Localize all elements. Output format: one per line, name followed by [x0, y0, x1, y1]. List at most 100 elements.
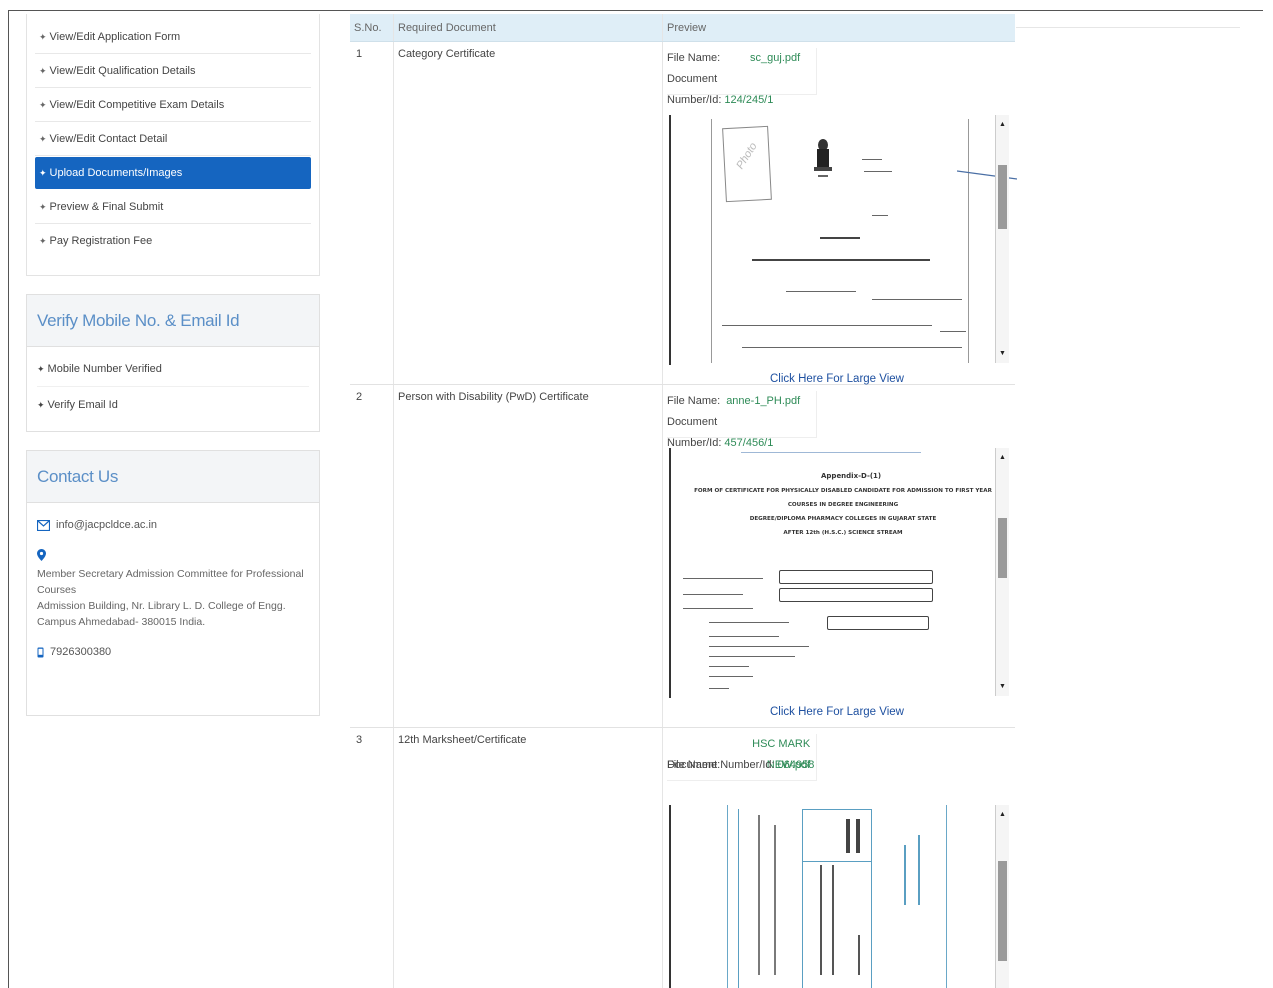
pwd-title-line-4: AFTER 12th (H.S.C.) SCIENCE STREAM: [783, 530, 903, 536]
application-menu: ✦ View/Edit Application Form ✦ View/Edit Q…: [26, 14, 320, 276]
scrollbar-thumb[interactable]: [998, 861, 1007, 961]
sidebar: ✦ View/Edit Application Form ✦ View/Edit Q…: [26, 14, 320, 716]
window-left-border: [8, 10, 9, 988]
text-line: [872, 215, 888, 216]
header-sno: S.No.: [350, 14, 394, 41]
row-sno: 3: [350, 728, 394, 988]
row-preview: File Name:HSC MARK NEW.pdf Document Numb…: [663, 728, 1015, 988]
menu-item-label: View/Edit Qualification Details: [49, 65, 196, 77]
menu-item-pay-registration-fee[interactable]: ✦ Pay Registration Fee: [35, 224, 311, 258]
form-field-box: [779, 570, 933, 584]
bullet-icon: ✦: [39, 236, 47, 246]
photo-placeholder: Photo: [722, 125, 772, 203]
pwd-title-line-3: DEGREE/DIPLOMA PHARMACY COLLEGES IN GUJA…: [749, 516, 937, 522]
text-line: [709, 656, 795, 657]
menu-item-preview-final-submit[interactable]: ✦ Preview & Final Submit: [35, 190, 311, 224]
table-row: 3 12th Marksheet/Certificate File Name:H…: [350, 728, 1015, 988]
menu-item-label: View/Edit Contact Detail: [49, 133, 168, 145]
file-name-label: File Name:: [667, 52, 721, 64]
menu-item-view-edit-competitive-exam-details[interactable]: ✦ View/Edit Competitive Exam Details: [35, 88, 311, 122]
scrollbar-thumb[interactable]: [998, 165, 1007, 229]
pwd-title-line-2: COURSES IN DEGREE ENGINEERING: [787, 502, 899, 508]
file-name-value: anne-1_PH.pdf: [726, 395, 801, 407]
document-number-label: Document Number/Id:: [667, 73, 722, 106]
scroll-down-icon[interactable]: ▼: [999, 350, 1006, 357]
pdf-page: Photo: [711, 119, 969, 363]
menu-item-view-edit-application-form[interactable]: ✦ View/Edit Application Form: [35, 20, 311, 54]
scroll-up-icon[interactable]: ▲: [999, 121, 1006, 128]
row-document-name: Person with Disability (PwD) Certificate: [394, 385, 663, 727]
viewer-scrollbar[interactable]: ▲ ▼: [995, 115, 1009, 363]
verify-panel: Verify Mobile No. & Email Id ✦ Mobile Num…: [26, 294, 320, 432]
contact-email[interactable]: info@jacpcldce.ac.in: [37, 519, 309, 531]
text-line: [738, 809, 739, 988]
scroll-up-icon[interactable]: ▲: [999, 811, 1006, 818]
right-panel-edge: [1016, 14, 1240, 28]
contact-panel-title: Contact Us: [27, 451, 319, 503]
menu-item-label: View/Edit Application Form: [49, 31, 181, 43]
viewer-scrollbar[interactable]: ▲ ▼: [995, 448, 1009, 696]
pdf-viewer[interactable]: ▲: [669, 805, 1009, 988]
verify-item-label: Mobile Number Verified: [47, 363, 162, 375]
document-number-value: 064958: [777, 759, 815, 771]
text-line: [862, 159, 882, 160]
document-number-value: 124/245/1: [724, 94, 774, 106]
menu-item-view-edit-qualification-details[interactable]: ✦ View/Edit Qualification Details: [35, 54, 311, 88]
large-view-link[interactable]: Click Here For Large View: [667, 373, 1007, 385]
row-sno: 2: [350, 385, 394, 727]
text-line: [709, 688, 729, 689]
address-line-1: Member Secretary Admission Committee for…: [37, 568, 304, 596]
mobile-phone-icon: [37, 647, 44, 657]
bullet-icon: ✦: [39, 100, 47, 110]
bullet-icon: ✦: [39, 32, 47, 42]
file-info: File Name: sc_guj.pdf Document Number/Id:…: [667, 48, 817, 106]
pdf-page: [727, 805, 947, 988]
header-preview: Preview: [667, 22, 707, 34]
menu-item-view-edit-contact-detail[interactable]: ✦ View/Edit Contact Detail: [35, 122, 311, 156]
text-line: [832, 865, 834, 975]
menu-item-label: Upload Documents/Images: [49, 167, 183, 179]
map-pin-icon: [37, 549, 309, 564]
form-field-box: [827, 616, 929, 630]
bullet-icon: ✦: [39, 134, 47, 144]
bullet-icon: ✦: [37, 364, 45, 374]
contact-panel: Contact Us info@jacpcldce.ac.in Member S…: [26, 450, 320, 716]
text-line: [758, 815, 760, 975]
envelope-icon: [37, 519, 50, 531]
contact-phone[interactable]: 7926300380: [37, 646, 309, 658]
scrollbar-thumb[interactable]: [998, 518, 1007, 578]
text-line: [864, 171, 892, 172]
file-info: File Name:HSC MARK NEW.pdf Document Numb…: [667, 734, 817, 781]
text-line: [683, 578, 763, 579]
row-preview: File Name: sc_guj.pdf Document Number/Id:…: [663, 42, 1017, 385]
mobile-verified-item[interactable]: ✦ Mobile Number Verified: [37, 351, 309, 387]
row-sno: 1: [350, 42, 394, 384]
text-line: [858, 935, 860, 975]
text-line: [709, 676, 753, 677]
table-row: 1 Category Certificate File Name: sc_guj.…: [350, 42, 1017, 385]
contact-address: Member Secretary Admission Committee for…: [37, 566, 309, 630]
viewer-scrollbar[interactable]: ▲: [995, 805, 1009, 988]
document-number-label: Document Number/Id:: [667, 759, 775, 771]
scroll-down-icon[interactable]: ▼: [999, 683, 1006, 690]
text-line: [683, 608, 753, 609]
text-line: [722, 325, 932, 326]
pdf-viewer[interactable]: Photo ▲ ▼: [669, 115, 1017, 365]
scroll-up-icon[interactable]: ▲: [999, 454, 1006, 461]
menu-item-label: Preview & Final Submit: [49, 201, 164, 213]
text-line: [752, 259, 930, 261]
contact-phone-text: 7926300380: [50, 646, 112, 658]
file-info: File Name: anne-1_PH.pdf Document Number/…: [667, 391, 817, 449]
pdf-viewer[interactable]: Appendix-D-(1) FORM OF CERTIFICATE FOR P…: [669, 448, 1009, 698]
text-line: [872, 299, 962, 300]
large-view-link[interactable]: Click Here For Large View: [667, 706, 1007, 718]
window-top-border: [8, 10, 1263, 11]
text-line: [709, 622, 789, 623]
menu-item-upload-documents[interactable]: ✦ Upload Documents/Images: [35, 157, 311, 189]
bullet-icon: ✦: [39, 202, 47, 212]
address-line-3: Campus Ahmedabad- 380015 India.: [37, 616, 206, 628]
text-line: [683, 594, 743, 595]
row-document-name: Category Certificate: [394, 42, 663, 384]
verify-email-item[interactable]: ✦ Verify Email Id: [37, 387, 309, 423]
text-line: [904, 845, 906, 905]
